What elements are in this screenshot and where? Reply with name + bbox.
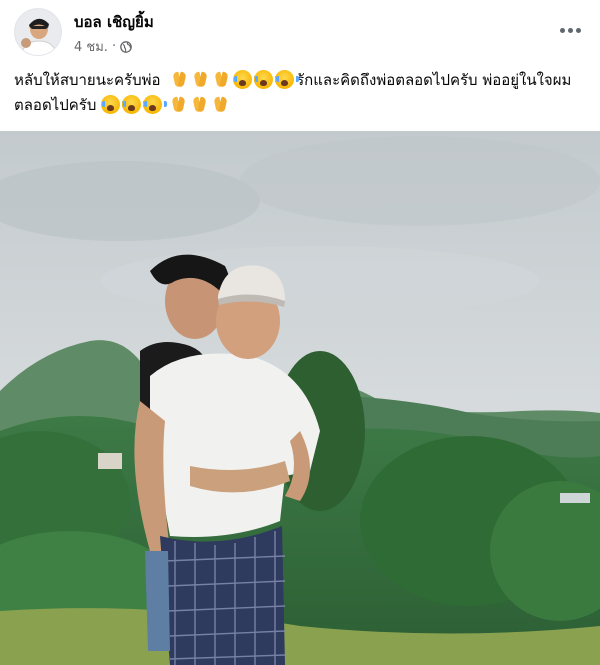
post-meta: 4 ชม. · (74, 36, 132, 57)
crying-face-icon (101, 95, 126, 114)
crying-face-icon (233, 70, 258, 89)
crying-face-icon (254, 70, 279, 89)
crying-face-icon (143, 95, 168, 114)
folded-hands-icon (190, 95, 209, 114)
more-dot (567, 27, 573, 33)
avatar-image (15, 9, 61, 55)
post-header: บอล เชิญยิ้ม 4 ชม. · (0, 0, 600, 60)
more-dot (575, 27, 581, 33)
meta-separator: · (111, 39, 117, 54)
globe-icon[interactable] (120, 40, 132, 53)
emoji-group-1 (170, 70, 300, 89)
post-photo[interactable] (0, 131, 600, 665)
emoji-group-2 (101, 95, 232, 114)
post-caption: หลับให้สบายนะครับพ่อ รักและคิดถึงพ่อตลอด… (14, 68, 590, 118)
photo-image (0, 131, 600, 665)
folded-hands-icon (211, 95, 230, 114)
author-name[interactable]: บอล เชิญยิ้ม (74, 10, 154, 34)
crying-face-icon (122, 95, 147, 114)
folded-hands-icon (170, 70, 189, 89)
post-timestamp[interactable]: 4 ชม. (74, 36, 108, 57)
folded-hands-icon (212, 70, 231, 89)
caption-text-1: หลับให้สบายนะครับพ่อ (14, 71, 161, 89)
more-options-icon (559, 27, 565, 33)
folded-hands-icon (191, 70, 210, 89)
crying-face-icon (275, 70, 300, 89)
more-options-button[interactable] (552, 16, 588, 44)
folded-hands-icon (169, 95, 188, 114)
avatar[interactable] (14, 8, 62, 56)
